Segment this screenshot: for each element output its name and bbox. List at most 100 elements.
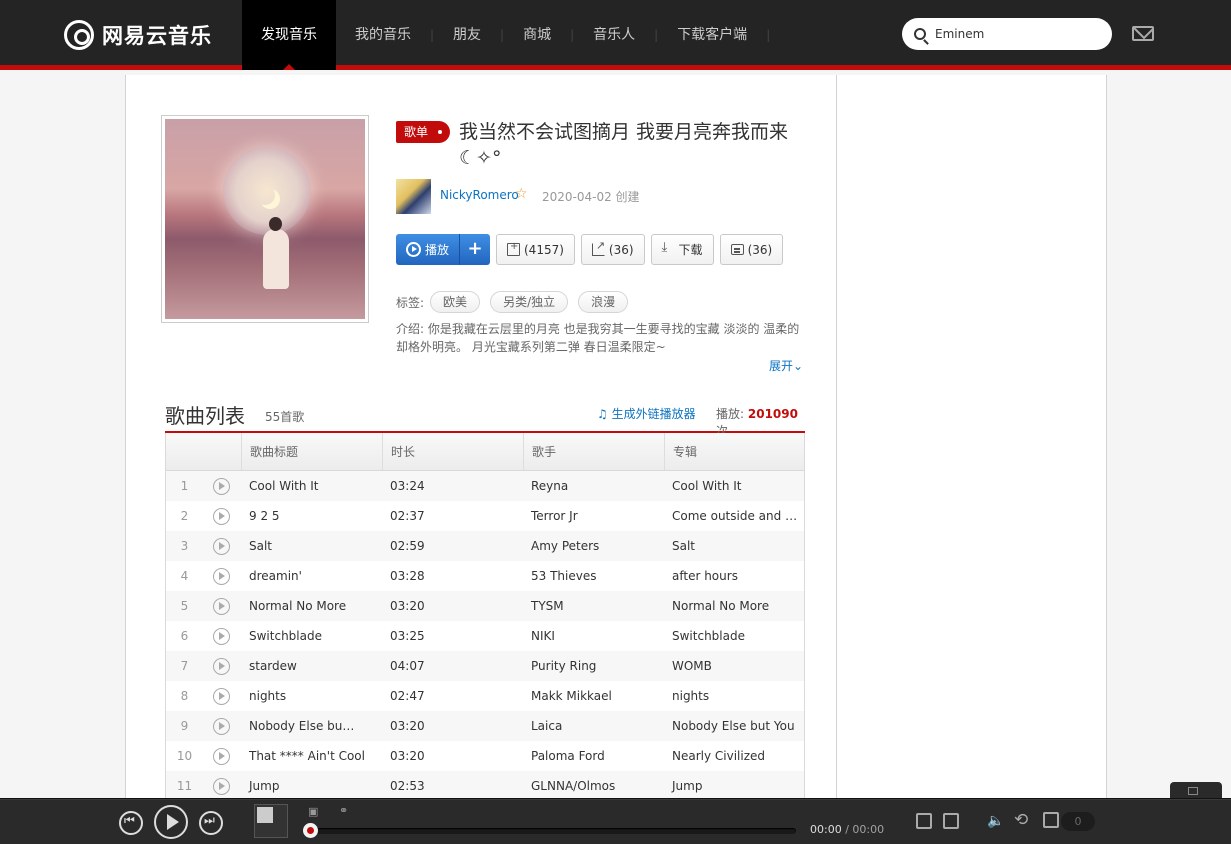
table-body: 1 Cool With It 03:24 Reyna Cool With It 2 9 2 … (166, 471, 804, 798)
nav-musician[interactable]: 音乐人 (574, 0, 654, 70)
play-icon[interactable] (213, 747, 230, 765)
link-icon[interactable]: ⚭ (339, 804, 348, 817)
artist-link[interactable]: TYSM (523, 599, 664, 613)
table-row[interactable]: 6 Switchblade 03:25 NIKI Switchblade (166, 621, 804, 651)
album-link[interactable]: Jump (664, 779, 804, 793)
album-link[interactable]: Normal No More (664, 599, 804, 613)
favorite-button[interactable]: (4157) (496, 234, 575, 265)
share-icon[interactable] (943, 813, 959, 829)
add-to-queue-button[interactable]: + (460, 234, 490, 265)
creator-avatar[interactable] (396, 179, 431, 214)
nav-divider: | (766, 28, 771, 42)
external-player-link[interactable]: ♫ 生成外链播放器 (597, 405, 696, 422)
song-title-link[interactable]: Normal No More (241, 599, 382, 613)
play-count-value: 201090 (747, 407, 798, 421)
now-playing-cover[interactable] (254, 804, 288, 838)
nav-store[interactable]: 商城 (504, 0, 570, 70)
song-title-link[interactable]: Nobody Else bu… (241, 719, 382, 733)
table-row[interactable]: 9 Nobody Else bu… 03:20 Laica Nobody Else bu… (166, 711, 804, 741)
artist-link[interactable]: NIKI (523, 629, 664, 643)
logo[interactable]: 网易云音乐 (64, 19, 212, 51)
table-row[interactable]: 4 dreamin' 03:28 53 Thieves after hours (166, 561, 804, 591)
artist-link[interactable]: Laica (523, 719, 664, 733)
song-title-link[interactable]: nights (241, 689, 382, 703)
album-link[interactable]: Cool With It (664, 479, 804, 493)
song-title-link[interactable]: Salt (241, 539, 382, 553)
tag-alternative-indie[interactable]: 另类/独立 (490, 291, 569, 313)
creator-name-link[interactable]: NickyRomero (440, 188, 519, 202)
row-index-cell: 7 (166, 657, 241, 675)
artist-link[interactable]: Paloma Ford (523, 749, 664, 763)
search-input[interactable]: Eminem (902, 18, 1112, 50)
collect-icon[interactable] (916, 813, 932, 829)
mv-icon[interactable]: ▣ (308, 805, 318, 818)
play-icon[interactable] (213, 597, 230, 615)
play-icon[interactable] (213, 567, 230, 585)
expand-link[interactable]: 展开⌄ (769, 357, 803, 374)
album-link[interactable]: Switchblade (664, 629, 804, 643)
row-index: 1 (180, 479, 189, 493)
album-link[interactable]: nights (664, 689, 804, 703)
lock-icon[interactable] (1188, 787, 1198, 795)
tag-europe-america[interactable]: 欧美 (430, 291, 481, 313)
comment-button[interactable]: (36) (719, 234, 784, 265)
progress-bar[interactable] (310, 828, 796, 834)
album-link[interactable]: Come outside and b… (664, 509, 804, 523)
album-link[interactable]: Nearly Civilized (664, 749, 804, 763)
artist-link[interactable]: 53 Thieves (523, 569, 664, 583)
volume-icon[interactable]: 🔈 (987, 813, 1004, 829)
song-title-link[interactable]: dreamin' (241, 569, 382, 583)
previous-track-button[interactable] (119, 811, 143, 835)
download-label: 下载 (678, 243, 703, 257)
play-icon[interactable] (213, 537, 230, 555)
nav-discover[interactable]: 发现音乐 (242, 0, 336, 70)
playlist-count-badge[interactable]: 0 (1061, 812, 1095, 831)
album-link[interactable]: after hours (664, 569, 804, 583)
song-title-link[interactable]: Jump (241, 779, 382, 793)
album-link[interactable]: Salt (664, 539, 804, 553)
nav-download-client[interactable]: 下载客户端 (658, 0, 766, 70)
play-icon[interactable] (213, 657, 230, 675)
song-title-link[interactable]: 9 2 5 (241, 509, 382, 523)
song-title-link[interactable]: That **** Ain't Cool (241, 749, 382, 763)
play-icon[interactable] (213, 717, 230, 735)
artist-link[interactable]: Terror Jr (523, 509, 664, 523)
play-icon[interactable] (213, 507, 230, 525)
download-button[interactable]: 下载 (650, 234, 714, 265)
song-title-link[interactable]: stardew (241, 659, 382, 673)
song-title-link[interactable]: Cool With It (241, 479, 382, 493)
table-row[interactable]: 10 That **** Ain't Cool 03:20 Paloma Ford Ne… (166, 741, 804, 771)
artist-link[interactable]: Purity Ring (523, 659, 664, 673)
play-icon[interactable] (213, 687, 230, 705)
table-row[interactable]: 7 stardew 04:07 Purity Ring WOMB (166, 651, 804, 681)
table-row[interactable]: 3 Salt 02:59 Amy Peters Salt (166, 531, 804, 561)
artist-link[interactable]: Amy Peters (523, 539, 664, 553)
play-icon[interactable] (213, 477, 230, 495)
nav-friends[interactable]: 朋友 (434, 0, 500, 70)
artist-link[interactable]: Makk Mikkael (523, 689, 664, 703)
play-button[interactable]: 播放 (396, 234, 460, 265)
artist-link[interactable]: GLNNA/Olmos (523, 779, 664, 793)
play-pause-button[interactable] (154, 805, 188, 839)
progress-knob[interactable] (303, 823, 318, 838)
playlist-icon[interactable] (1043, 812, 1059, 828)
next-track-button[interactable] (199, 811, 223, 835)
mail-icon[interactable] (1132, 26, 1154, 41)
album-link[interactable]: WOMB (664, 659, 804, 673)
song-duration: 03:20 (390, 749, 425, 763)
column-header-index (166, 433, 241, 470)
share-button[interactable]: (36) (580, 234, 645, 265)
table-row[interactable]: 5 Normal No More 03:20 TYSM Normal No More (166, 591, 804, 621)
tag-romantic[interactable]: 浪漫 (578, 291, 629, 313)
play-icon[interactable] (213, 627, 230, 645)
song-title-link[interactable]: Switchblade (241, 629, 382, 643)
table-row[interactable]: 8 nights 02:47 Makk Mikkael nights (166, 681, 804, 711)
table-row[interactable]: 11 Jump 02:53 GLNNA/Olmos Jump (166, 771, 804, 798)
artist-link[interactable]: Reyna (523, 479, 664, 493)
nav-my-music[interactable]: 我的音乐 (336, 0, 430, 70)
album-link[interactable]: Nobody Else but You (664, 719, 804, 733)
loop-icon[interactable]: ⟲ (1014, 810, 1028, 830)
table-row[interactable]: 2 9 2 5 02:37 Terror Jr Come outside and b… (166, 501, 804, 531)
table-row[interactable]: 1 Cool With It 03:24 Reyna Cool With It (166, 471, 804, 501)
play-icon[interactable] (213, 777, 230, 795)
